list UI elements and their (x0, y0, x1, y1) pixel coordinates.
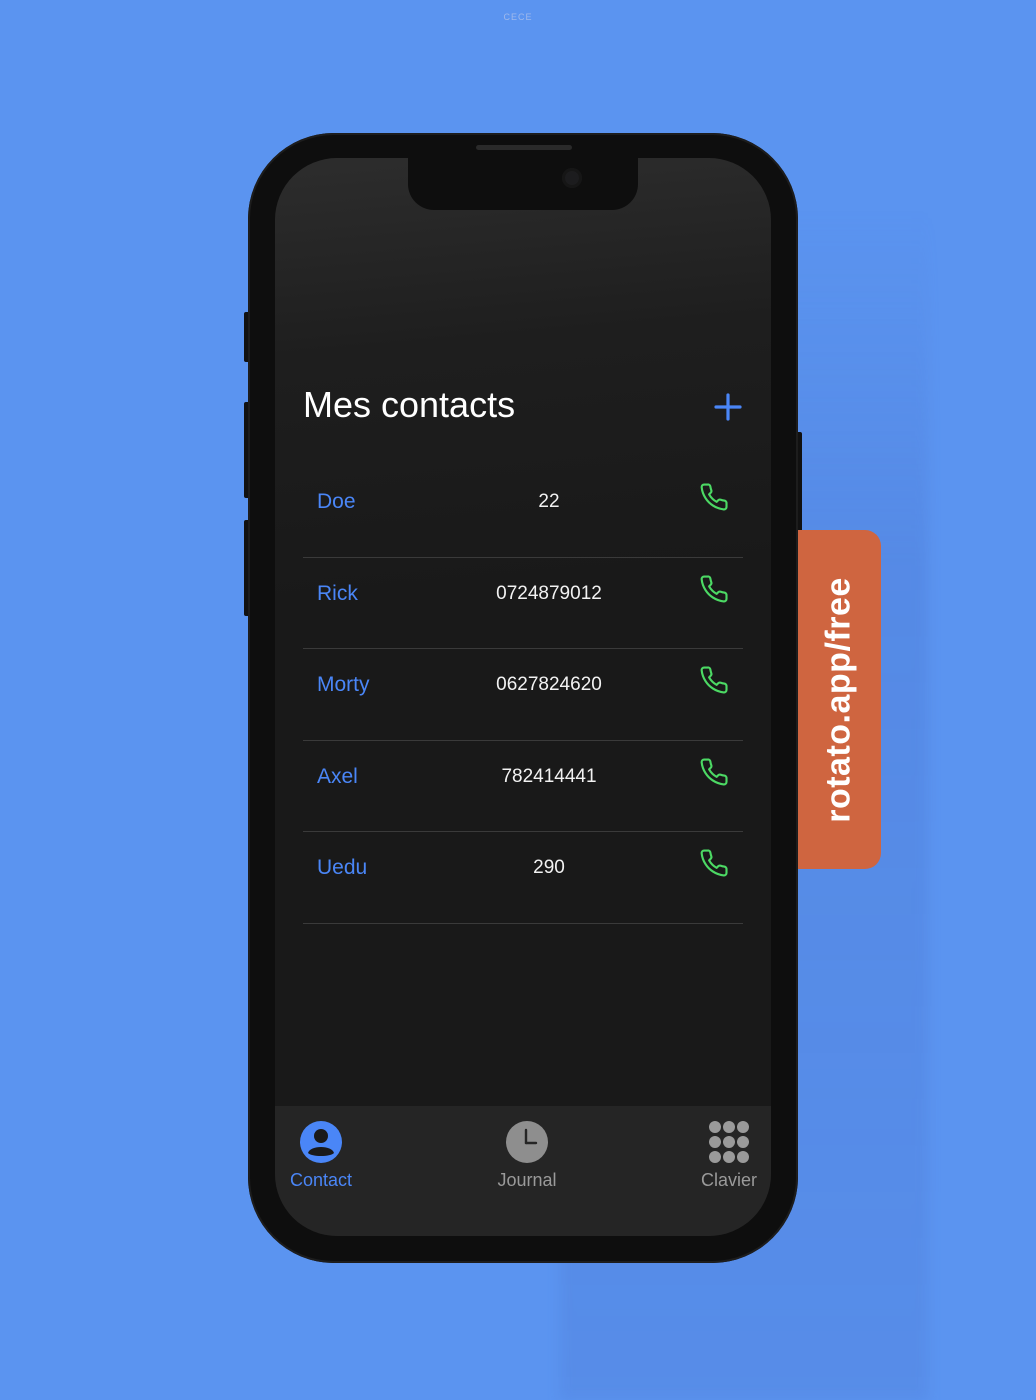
promo-text[interactable]: rotato.app/free (820, 577, 859, 823)
contact-number: 290 (533, 857, 565, 878)
phone-icon (700, 574, 728, 602)
call-button[interactable] (699, 482, 729, 512)
contact-name[interactable]: Axel (317, 765, 358, 789)
contact-row[interactable]: Axel 782414441 (303, 741, 743, 832)
contact-row[interactable]: Rick 0724879012 (303, 558, 743, 649)
contact-number: 0627824620 (496, 674, 602, 695)
contact-number: 0724879012 (496, 582, 602, 604)
phone-icon (700, 666, 728, 694)
contact-number: 22 (538, 491, 560, 512)
tab-label: Journal (497, 1170, 557, 1190)
contact-list: Doe 22 Rick 0724879012 Morty 0627824620 … (303, 466, 743, 924)
tab-journal[interactable]: Journal (467, 1120, 587, 1191)
person-icon (300, 1121, 342, 1163)
contact-name[interactable]: Rick (317, 582, 358, 606)
top-watermark: CECE (503, 12, 533, 22)
contact-name[interactable]: Doe (317, 490, 356, 514)
phone-screen: Mes contacts Doe 22 Rick 0724879012 Mort… (275, 158, 771, 1236)
front-camera (562, 168, 582, 188)
keypad-icon (709, 1121, 749, 1163)
phone-icon (700, 483, 728, 511)
clock-icon (506, 1121, 548, 1163)
add-contact-button[interactable] (711, 390, 745, 424)
tab-label: Clavier (700, 1170, 757, 1190)
plus-icon (714, 393, 742, 421)
tab-label: Contact (289, 1170, 353, 1190)
call-button[interactable] (699, 757, 729, 787)
call-button[interactable] (699, 574, 729, 604)
call-button[interactable] (699, 665, 729, 695)
phone-icon (700, 757, 728, 785)
promo-banner[interactable]: rotato.app/free (798, 530, 881, 869)
phone-icon (700, 849, 728, 877)
contact-row[interactable]: Uedu 290 (303, 832, 743, 924)
contact-row[interactable]: Morty 0627824620 (303, 649, 743, 741)
tab-bar: Contact Journal Clavier (275, 1106, 771, 1236)
tab-clavier[interactable]: Clavier (669, 1120, 771, 1191)
tab-contact[interactable]: Contact (275, 1120, 381, 1191)
contact-row[interactable]: Doe 22 (303, 466, 743, 558)
contact-name[interactable]: Morty (317, 673, 370, 697)
contact-name[interactable]: Uedu (317, 856, 367, 880)
call-button[interactable] (699, 848, 729, 878)
contact-number: 782414441 (501, 765, 597, 787)
page-title: Mes contacts (303, 384, 516, 425)
notch (408, 158, 638, 210)
speaker-grille (476, 145, 572, 150)
